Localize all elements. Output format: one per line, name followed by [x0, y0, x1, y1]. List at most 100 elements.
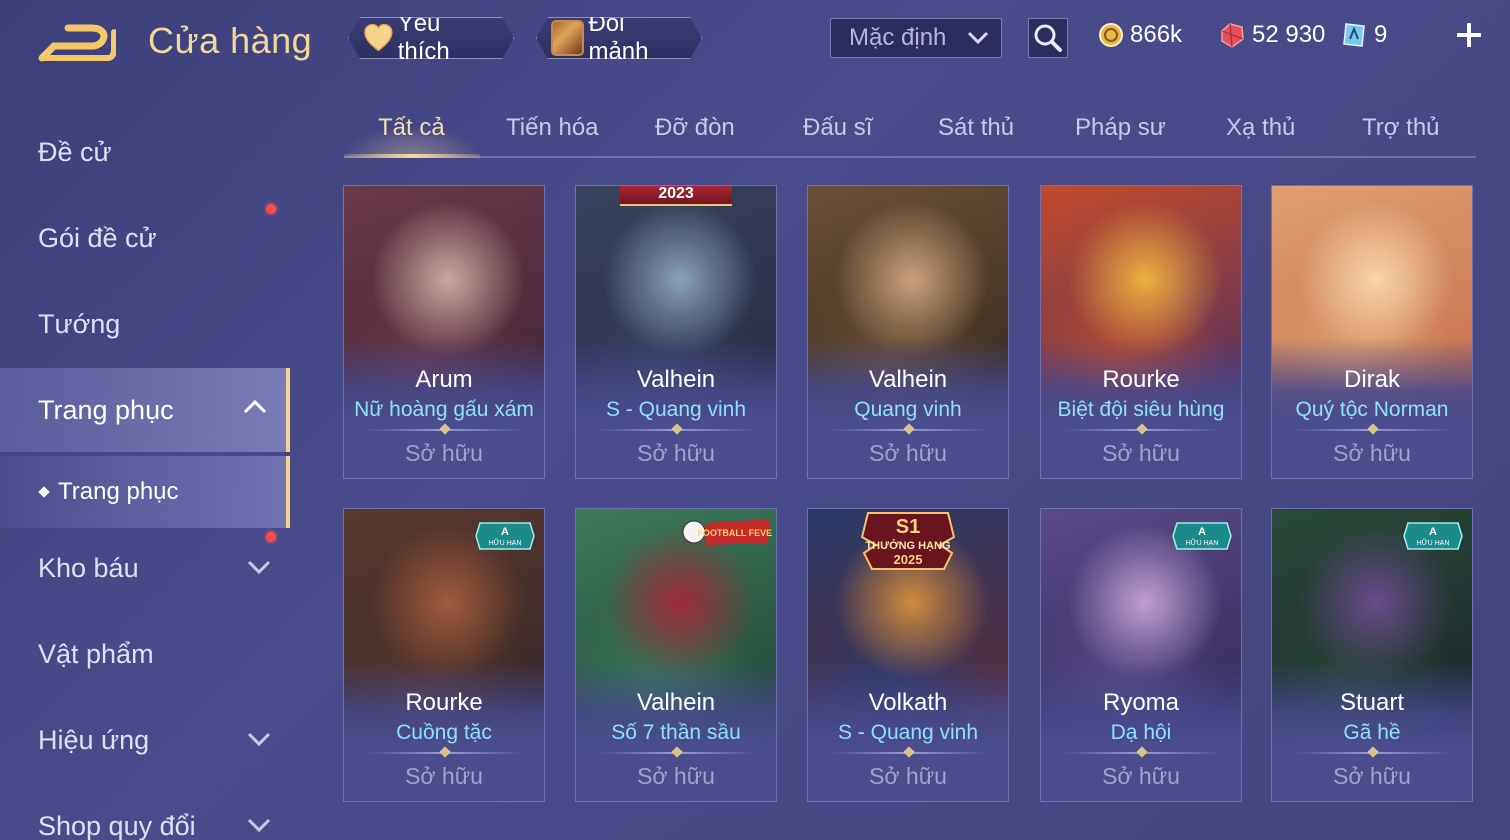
- search-icon: [1034, 24, 1062, 52]
- exchange-fragments-button[interactable]: Đổi mảnh: [536, 17, 702, 59]
- skin-name: Gã hề: [1343, 721, 1401, 744]
- sidebar-item-label: Tướng: [38, 308, 121, 339]
- voucher-card-icon: [1343, 23, 1365, 47]
- sidebar-item-recommended[interactable]: Đề cử: [0, 112, 290, 192]
- sidebar-item-skins[interactable]: Trang phục: [0, 368, 290, 452]
- skin-grid: Arum Nữ hoàng gấu xám Sở hữu 2023 Valhein S -…: [343, 185, 1478, 840]
- sort-dropdown[interactable]: Mặc định: [830, 18, 1002, 58]
- gold-amount: 866k: [1130, 21, 1183, 48]
- chevron-down-icon: [247, 560, 271, 575]
- skin-card[interactable]: A HỮU HẠN Rourke Cuồng tặc Sở hữu: [343, 508, 545, 802]
- tab-marksman[interactable]: Xạ thủ: [1226, 114, 1295, 142]
- tab-fighter[interactable]: Đấu sĩ: [803, 114, 872, 142]
- chevron-down-icon: [247, 818, 271, 833]
- sidebar-item-label: Shop quy đổi: [38, 810, 196, 840]
- skin-card[interactable]: Valhein Quang vinh Sở hữu: [807, 185, 1009, 479]
- sidebar-item-treasure[interactable]: Kho báu: [0, 528, 290, 608]
- sidebar-item-label: Gói đề cử: [38, 222, 157, 253]
- tab-support[interactable]: Trợ thủ: [1362, 114, 1440, 142]
- skin-card[interactable]: Arum Nữ hoàng gấu xám Sở hữu: [343, 185, 545, 479]
- hero-name: Ryoma: [1102, 689, 1180, 716]
- hero-name: Valhein: [868, 366, 948, 393]
- badge-letter: A: [1429, 526, 1437, 538]
- skin-name: Biệt đội siêu hùng: [1057, 398, 1225, 421]
- hero-name: Valhein: [636, 366, 716, 393]
- search-button[interactable]: [1028, 18, 1068, 58]
- bullet-icon: [38, 486, 50, 498]
- favorites-button[interactable]: Yêu thích: [348, 17, 514, 59]
- hero-name: Rourke: [1102, 366, 1180, 393]
- ownership-status: Sở hữu: [869, 440, 947, 466]
- skin-card[interactable]: FOOTBALL FEVER Valhein Số 7 thần sầu Sở hữu: [575, 508, 777, 802]
- tab-tank[interactable]: Đỡ đòn: [655, 114, 735, 142]
- fragment-icon: [551, 20, 584, 56]
- sidebar-item-items[interactable]: Vật phẩm: [0, 614, 290, 694]
- badge-text: FOOTBALL FEVER: [697, 528, 772, 538]
- tab-evolution[interactable]: Tiến hóa: [506, 114, 599, 142]
- hero-name: Rourke: [405, 689, 483, 716]
- voucher-balance: 9: [1340, 20, 1387, 50]
- tab-mage[interactable]: Pháp sư: [1075, 114, 1166, 142]
- add-currency-button[interactable]: [1454, 20, 1484, 50]
- hero-name: Stuart: [1339, 689, 1405, 716]
- hero-name: Volkath: [868, 689, 948, 716]
- voucher-amount: 9: [1374, 21, 1388, 48]
- sidebar-item-label: Kho báu: [38, 552, 139, 583]
- ownership-status: Sở hữu: [637, 763, 715, 789]
- skin-name: Dạ hội: [1110, 721, 1172, 744]
- chevron-up-icon: [243, 399, 267, 414]
- ownership-status: Sở hữu: [1102, 763, 1180, 789]
- badge-letter: A: [1198, 526, 1206, 538]
- skin-card[interactable]: A HỮU HẠN Stuart Gã hề Sở hữu: [1271, 508, 1473, 802]
- favorites-label: Yêu thích: [397, 10, 450, 65]
- skin-card[interactable]: Dirak Quý tộc Norman Sở hữu: [1271, 185, 1473, 479]
- season-rank-badge-icon: S1THƯỞNG HẠNG2025: [860, 512, 956, 570]
- hero-name: Valhein: [636, 689, 716, 716]
- sidebar-subitem-label: Trang phục: [58, 478, 179, 505]
- ownership-status: Sở hữu: [1333, 763, 1411, 789]
- badge-subtext: THƯỞNG HẠNG: [865, 539, 950, 552]
- skin-card[interactable]: 2023 Valhein S - Quang vinh Sở hữu: [575, 185, 777, 479]
- ownership-status: Sở hữu: [1333, 440, 1411, 466]
- ownership-status: Sở hữu: [405, 763, 483, 789]
- sidebar-item-recommended-packs[interactable]: Gói đề cử: [0, 198, 290, 278]
- skin-name: Cuồng tặc: [396, 721, 492, 744]
- sidebar-item-label: Trang phục: [38, 394, 174, 425]
- chevron-down-icon: [967, 31, 989, 45]
- chevron-down-icon: [247, 732, 271, 747]
- skin-name: Nữ hoàng gấu xám: [354, 398, 534, 421]
- sidebar-subitem-skins[interactable]: Trang phục: [0, 456, 290, 528]
- tab-all[interactable]: Tất cả: [378, 114, 445, 142]
- notification-dot: [266, 532, 276, 542]
- top-bar: Cửa hàng Yêu thích Đổi mảnh Mặc định 866…: [0, 0, 1510, 80]
- sidebar-item-heroes[interactable]: Tướng: [0, 284, 290, 364]
- skin-card[interactable]: Rourke Biệt đội siêu hùng Sở hữu: [1040, 185, 1242, 479]
- badge-subtext: HỮU HẠN: [1417, 538, 1450, 547]
- badge-subtext: HỮU HẠN: [1186, 538, 1219, 547]
- skin-card[interactable]: A HỮU HẠN Ryoma Dạ hội Sở hữu: [1040, 508, 1242, 802]
- back-button[interactable]: [38, 22, 117, 64]
- skin-name: Quý tộc Norman: [1295, 398, 1449, 421]
- back-arrow-icon: [38, 24, 117, 62]
- skin-card[interactable]: S1 THƯỞNG HẠNG 2025 Volkath S - Quang vinh Sở…: [807, 508, 1009, 802]
- year-badge: 2023: [620, 186, 732, 206]
- heart-icon: [363, 23, 394, 53]
- sidebar-item-effects[interactable]: Hiệu ứng: [0, 700, 290, 780]
- plus-icon: [1457, 23, 1481, 47]
- gem-balance: 52 930: [1218, 20, 1325, 50]
- page-title: Cửa hàng: [148, 20, 313, 61]
- skin-name: Số 7 thần sầu: [611, 721, 741, 744]
- tab-assassin[interactable]: Sát thủ: [938, 114, 1014, 142]
- badge-subtext: HỮU HẠN: [489, 538, 522, 547]
- active-tab-underline: [344, 154, 480, 158]
- football-fever-badge-icon: FOOTBALL FEVER: [682, 519, 772, 545]
- category-tabs: Tất cả Tiến hóa Đỡ đòn Đấu sĩ Sát thủ Ph…: [344, 108, 1476, 158]
- gold-balance: 866k: [1098, 20, 1182, 50]
- hero-name: Arum: [415, 366, 473, 393]
- badge-title: S1: [896, 516, 920, 538]
- sidebar-item-exchange-shop[interactable]: Shop quy đổi: [0, 786, 290, 840]
- ownership-status: Sở hữu: [869, 763, 947, 789]
- badge-letter: A: [501, 526, 509, 538]
- ownership-status: Sở hữu: [405, 440, 483, 466]
- gold-coin-icon: [1099, 23, 1123, 47]
